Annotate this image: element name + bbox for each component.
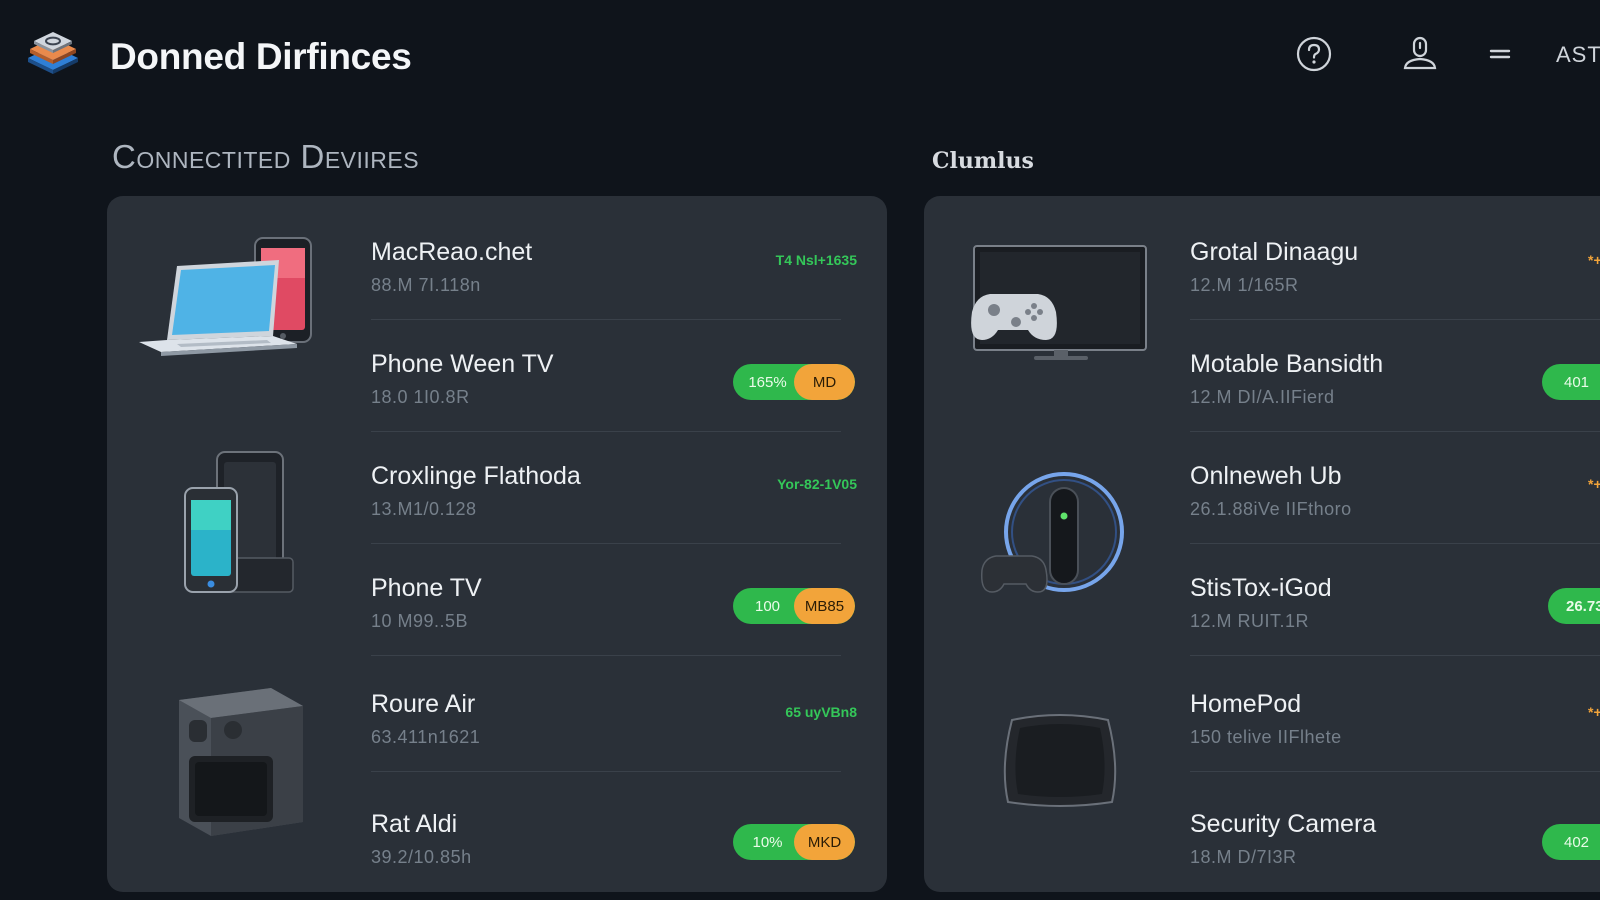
homepod-icon bbox=[990, 706, 1130, 821]
device-status-text: Yor-82-1V05 bbox=[777, 476, 857, 492]
header-corner-label[interactable]: AST bbox=[1556, 42, 1600, 68]
device-name: Onlneweh Ub bbox=[1190, 462, 1342, 490]
device-detail: 26.1.88iVe IIFthoro bbox=[1190, 499, 1352, 519]
laptop-phone-icon bbox=[137, 232, 327, 377]
usage-percent: 402 bbox=[1563, 833, 1590, 851]
device-detail: 63.411n1621 bbox=[371, 727, 481, 747]
device-status-text: *+ si bbox=[1588, 476, 1600, 492]
device-detail: 12.M DI/A.IIFierd bbox=[1190, 387, 1335, 407]
row-divider bbox=[371, 655, 841, 656]
app-title: Donned Dirfinces bbox=[110, 36, 412, 77]
app-logo-icon bbox=[24, 26, 82, 84]
usage-badge[interactable]: 26.73 bbox=[1548, 588, 1600, 624]
list-item[interactable]: Croxlinge Flathoda 13.M1/0.128 Yor-82-1V… bbox=[371, 432, 861, 544]
tv-controller-icon bbox=[964, 240, 1154, 375]
section-title-connected-devices: Connectited Deviires bbox=[112, 138, 420, 175]
device-detail: 12.M RUIT.1R bbox=[1190, 611, 1310, 631]
device-name: Roure Air bbox=[371, 690, 476, 718]
device-name: Phone Ween TV bbox=[371, 350, 554, 378]
device-detail: 13.M1/0.128 bbox=[371, 499, 477, 519]
usage-badge[interactable]: 100 MB85 bbox=[733, 588, 855, 624]
list-item[interactable]: HomePod 150 telive IIFlhete *+ si bbox=[1190, 660, 1600, 772]
app-header: Donned Dirfinces AST bbox=[0, 0, 1600, 110]
device-detail: 88.M 7I.118n bbox=[371, 275, 481, 295]
device-name: Rat Aldi bbox=[371, 810, 458, 838]
usage-unit: MB85 bbox=[794, 588, 855, 624]
device-name: MacReao.chet bbox=[371, 238, 533, 266]
list-item[interactable]: Roure Air 63.411n1621 65 uyVBn8 bbox=[371, 660, 861, 772]
list-item[interactable]: MacReao.chet 88.M 7I.118n T4 Nsl+1635 bbox=[371, 208, 861, 320]
phone-tv-icon bbox=[177, 448, 307, 613]
row-divider bbox=[371, 771, 841, 772]
menu-icon[interactable] bbox=[1480, 34, 1520, 74]
streaming-hub-icon bbox=[974, 458, 1144, 613]
usage-badge[interactable]: 401 M bbox=[1542, 364, 1600, 400]
usage-unit: MD bbox=[794, 364, 855, 400]
device-status-text: *+ si bbox=[1588, 704, 1600, 720]
device-name: Croxlinge Flathoda bbox=[371, 462, 581, 490]
user-icon[interactable] bbox=[1400, 34, 1440, 74]
device-detail: 150 telive IIFlhete bbox=[1190, 727, 1342, 747]
speaker-box-icon bbox=[171, 676, 311, 851]
device-name: Motable Bansidth bbox=[1190, 350, 1384, 378]
device-status-text: T4 Nsl+1635 bbox=[775, 252, 857, 268]
device-detail: 18.0 1I0.8R bbox=[371, 387, 470, 407]
section-title-secondary: Clumlus bbox=[932, 148, 1034, 174]
device-name: Grotal Dinaagu bbox=[1190, 238, 1359, 266]
list-item[interactable]: Rat Aldi 39.2/10.85h 10% MKD bbox=[371, 780, 861, 892]
list-item[interactable]: Onlneweh Ub 26.1.88iVe IIFthoro *+ si bbox=[1190, 432, 1600, 544]
row-divider bbox=[1190, 655, 1600, 656]
device-name: Security Camera bbox=[1190, 810, 1377, 838]
row-divider bbox=[1190, 771, 1600, 772]
usage-badge[interactable]: 165% MD bbox=[733, 364, 855, 400]
device-detail: 18.M D/7I3R bbox=[1190, 847, 1297, 867]
secondary-devices-panel: Grotal Dinaagu 12.M 1/165R *+ si Motable… bbox=[924, 196, 1600, 892]
usage-percent: 26.73 bbox=[1566, 597, 1600, 615]
list-item[interactable]: Phone Ween TV 18.0 1I0.8R 165% MD bbox=[371, 320, 861, 432]
device-detail: 10 M99..5B bbox=[371, 611, 469, 631]
list-item[interactable]: Grotal Dinaagu 12.M 1/165R *+ si bbox=[1190, 208, 1600, 320]
list-item[interactable]: Phone TV 10 M99..5B 100 MB85 bbox=[371, 544, 861, 656]
usage-badge[interactable]: 10% MKD bbox=[733, 824, 855, 860]
device-status-text: 65 uyVBn8 bbox=[785, 704, 857, 720]
device-name: HomePod bbox=[1190, 690, 1302, 718]
device-name: StisTox-iGod bbox=[1190, 574, 1332, 602]
help-circle-icon[interactable] bbox=[1294, 34, 1334, 74]
usage-percent: 10% bbox=[752, 833, 783, 851]
list-item[interactable]: Motable Bansidth 12.M DI/A.IIFierd 401 M bbox=[1190, 320, 1600, 432]
list-item[interactable]: Security Camera 18.M D/7I3R 402 M bbox=[1190, 780, 1600, 892]
usage-badge[interactable]: 402 M bbox=[1542, 824, 1600, 860]
connected-devices-panel: MacReao.chet 88.M 7I.118n T4 Nsl+1635 Ph… bbox=[107, 196, 887, 892]
usage-unit: MKD bbox=[794, 824, 855, 860]
usage-percent: 401 bbox=[1563, 373, 1590, 391]
device-name: Phone TV bbox=[371, 574, 482, 602]
usage-percent: 165% bbox=[748, 373, 787, 391]
device-detail: 39.2/10.85h bbox=[371, 847, 472, 867]
device-status-text: *+ si bbox=[1588, 252, 1600, 268]
usage-percent: 100 bbox=[754, 597, 781, 615]
list-item[interactable]: StisTox-iGod 12.M RUIT.1R 26.73 bbox=[1190, 544, 1600, 656]
device-detail: 12.M 1/165R bbox=[1190, 275, 1299, 295]
